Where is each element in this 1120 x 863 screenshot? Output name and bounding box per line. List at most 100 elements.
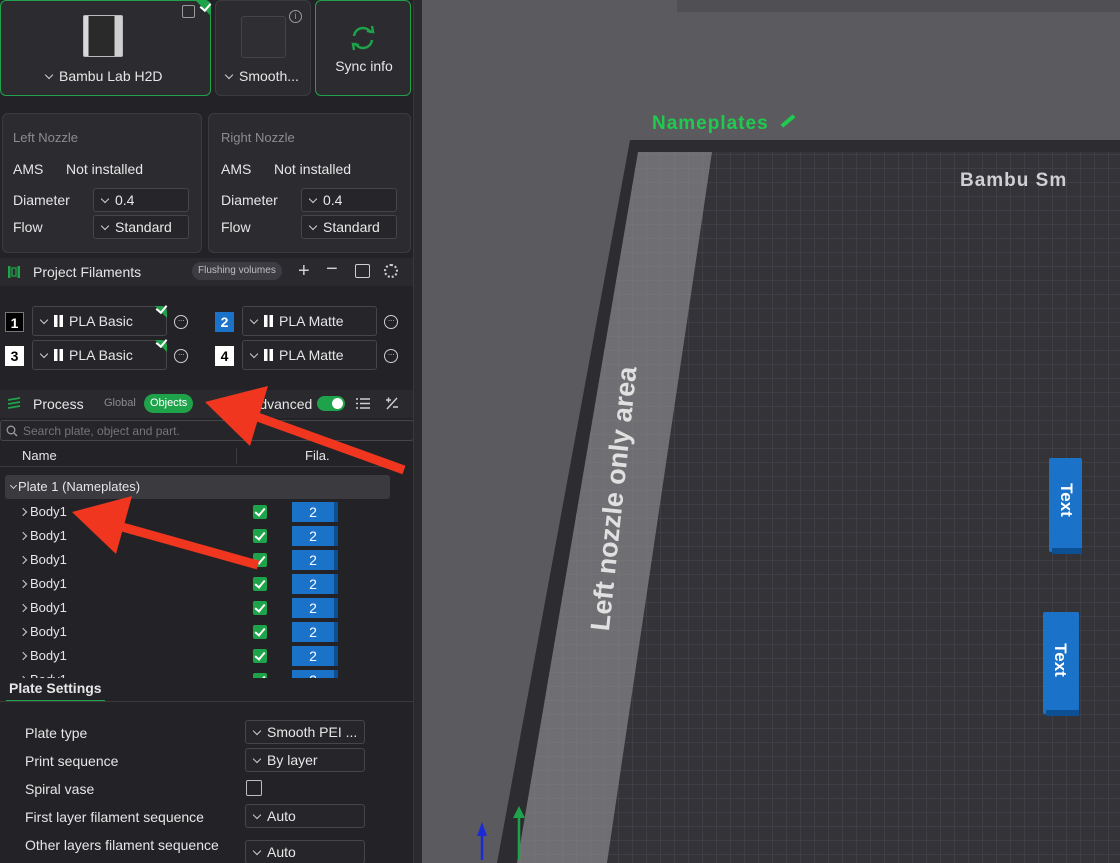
object-search-input[interactable]: Search plate, object and part. xyxy=(0,420,413,441)
tab-global[interactable]: Global xyxy=(104,397,136,409)
sync-icon xyxy=(351,25,375,51)
spool-icon xyxy=(264,315,273,327)
left-nozzle-title: Left Nozzle xyxy=(13,130,79,145)
edit-icon[interactable] xyxy=(182,5,195,18)
object-row[interactable]: Body12 xyxy=(0,596,392,620)
filament-badge[interactable]: 2 xyxy=(292,550,338,570)
plate-type-card[interactable]: i Smooth... xyxy=(215,0,311,96)
visibility-checkbox[interactable] xyxy=(253,553,267,567)
plate-row[interactable]: Plate 1 (Nameplates) xyxy=(5,475,390,499)
spiral-vase-checkbox[interactable] xyxy=(246,780,262,796)
list-view-icon[interactable] xyxy=(356,397,370,410)
right-flow-select[interactable]: Standard xyxy=(301,215,397,239)
print-sequence-select[interactable]: By layer xyxy=(245,748,365,772)
other-layers-sequence-select[interactable]: Auto xyxy=(245,840,365,863)
edit-pencil-icon[interactable] xyxy=(780,114,796,128)
chevron-right-icon xyxy=(18,627,28,637)
left-flow-value: Standard xyxy=(115,219,172,235)
visibility-checkbox[interactable] xyxy=(253,577,267,591)
chevron-down-icon xyxy=(224,70,234,80)
column-name-header[interactable]: Name xyxy=(22,448,57,463)
bed-type-label: Bambu Sm xyxy=(960,170,1068,191)
plate-settings-tab[interactable]: Plate Settings xyxy=(6,678,105,702)
printer-card[interactable]: Bambu Lab H2D xyxy=(0,0,211,96)
filament-badge[interactable]: 2 xyxy=(292,598,338,618)
visibility-checkbox[interactable] xyxy=(253,625,267,639)
chevron-right-icon xyxy=(18,651,28,661)
tab-objects[interactable]: Objects xyxy=(144,394,194,413)
left-diameter-select[interactable]: 0.4 xyxy=(93,188,189,212)
more-options-icon[interactable]: ··· xyxy=(174,349,188,363)
object-row[interactable]: Body12 xyxy=(0,668,392,678)
text-object-1[interactable]: Text xyxy=(1056,478,1076,522)
visibility-checkbox[interactable] xyxy=(253,649,267,663)
left-ams-label: AMS xyxy=(13,161,44,177)
chevron-down-icon xyxy=(252,754,262,764)
plate-name-label[interactable]: Nameplates xyxy=(652,113,796,135)
filament-select[interactable]: PLA Matte xyxy=(242,306,377,336)
text-object-2[interactable]: Text xyxy=(1050,638,1070,682)
filament-number: 1 xyxy=(5,312,24,332)
filament-select[interactable]: PLA Basic xyxy=(32,306,167,336)
add-filament-button[interactable]: + xyxy=(298,260,310,283)
more-options-icon[interactable]: ··· xyxy=(384,349,398,363)
filament-badge[interactable]: 2 xyxy=(292,622,338,642)
visibility-checkbox[interactable] xyxy=(253,673,267,678)
object-row[interactable]: Body12 xyxy=(0,548,392,572)
advanced-toggle[interactable] xyxy=(317,396,345,411)
chevron-down-icon xyxy=(100,221,110,231)
filament-select[interactable]: PLA Basic xyxy=(32,340,167,370)
remove-filament-button[interactable]: − xyxy=(326,258,338,281)
column-fila-header[interactable]: Fila. xyxy=(305,448,330,463)
more-options-icon[interactable]: ··· xyxy=(174,315,188,329)
right-diameter-value: 0.4 xyxy=(323,192,343,208)
left-flow-select[interactable]: Standard xyxy=(93,215,189,239)
right-diameter-select[interactable]: 0.4 xyxy=(301,188,397,212)
search-icon xyxy=(6,425,18,437)
filament-badge[interactable]: 2 xyxy=(292,574,338,594)
plate-type-select[interactable]: Smooth PEI ... xyxy=(245,720,365,744)
visibility-checkbox[interactable] xyxy=(253,505,267,519)
3d-viewport[interactable]: Nameplates Bambu Sm Left nozzle only are… xyxy=(422,0,1120,863)
filament-badge[interactable]: 2 xyxy=(292,526,338,546)
right-ams-value: Not installed xyxy=(274,161,352,177)
right-nozzle-panel: Right Nozzle AMS Not installed Diameter … xyxy=(208,113,411,253)
project-filaments-header: Project Filaments Flushing volumes + − xyxy=(0,258,413,286)
plate-settings-title: Plate Settings xyxy=(9,680,102,696)
advanced-label: Advanced xyxy=(250,396,313,412)
object-row[interactable]: Body12 xyxy=(0,620,392,644)
visibility-checkbox[interactable] xyxy=(253,601,267,615)
project-filaments-title: Project Filaments xyxy=(33,264,142,280)
chevron-down-icon xyxy=(252,846,262,856)
object-name: Body1 xyxy=(30,576,67,591)
settings-gear-icon[interactable] xyxy=(384,264,398,278)
left-flow-label: Flow xyxy=(13,219,43,235)
plate-label: Plate 1 (Nameplates) xyxy=(18,479,141,494)
filament-sync-icon[interactable] xyxy=(355,264,370,278)
sync-info-button[interactable]: Sync info xyxy=(315,0,411,96)
filament-select[interactable]: PLA Matte xyxy=(242,340,377,370)
filament-badge[interactable]: 2 xyxy=(292,670,338,678)
chevron-right-icon xyxy=(18,603,28,613)
selected-check-icon xyxy=(195,0,211,16)
first-layer-sequence-select[interactable]: Auto xyxy=(245,804,365,828)
first-layer-sequence-label: First layer filament sequence xyxy=(25,809,204,825)
printer-image xyxy=(83,15,123,57)
plate-name-text: Nameplates xyxy=(652,113,769,134)
chevron-down-icon xyxy=(249,349,259,359)
spool-icon xyxy=(54,349,63,361)
object-row[interactable]: Body1 2 xyxy=(0,572,392,596)
info-icon[interactable]: i xyxy=(289,10,302,23)
object-row[interactable]: Body12 xyxy=(0,524,392,548)
object-row[interactable]: Body12 xyxy=(0,500,392,524)
filament-name: PLA Matte xyxy=(279,347,344,363)
filament-badge[interactable]: 2 xyxy=(292,646,338,666)
object-row[interactable]: Body12 xyxy=(0,644,392,668)
filament-badge[interactable]: 2 xyxy=(292,502,338,522)
visibility-checkbox[interactable] xyxy=(253,529,267,543)
chevron-down-icon xyxy=(252,810,262,820)
search-placeholder: Search plate, object and part. xyxy=(23,424,180,438)
flushing-volumes-button[interactable]: Flushing volumes xyxy=(192,262,282,280)
compare-icon[interactable] xyxy=(385,396,399,411)
more-options-icon[interactable]: ··· xyxy=(384,315,398,329)
